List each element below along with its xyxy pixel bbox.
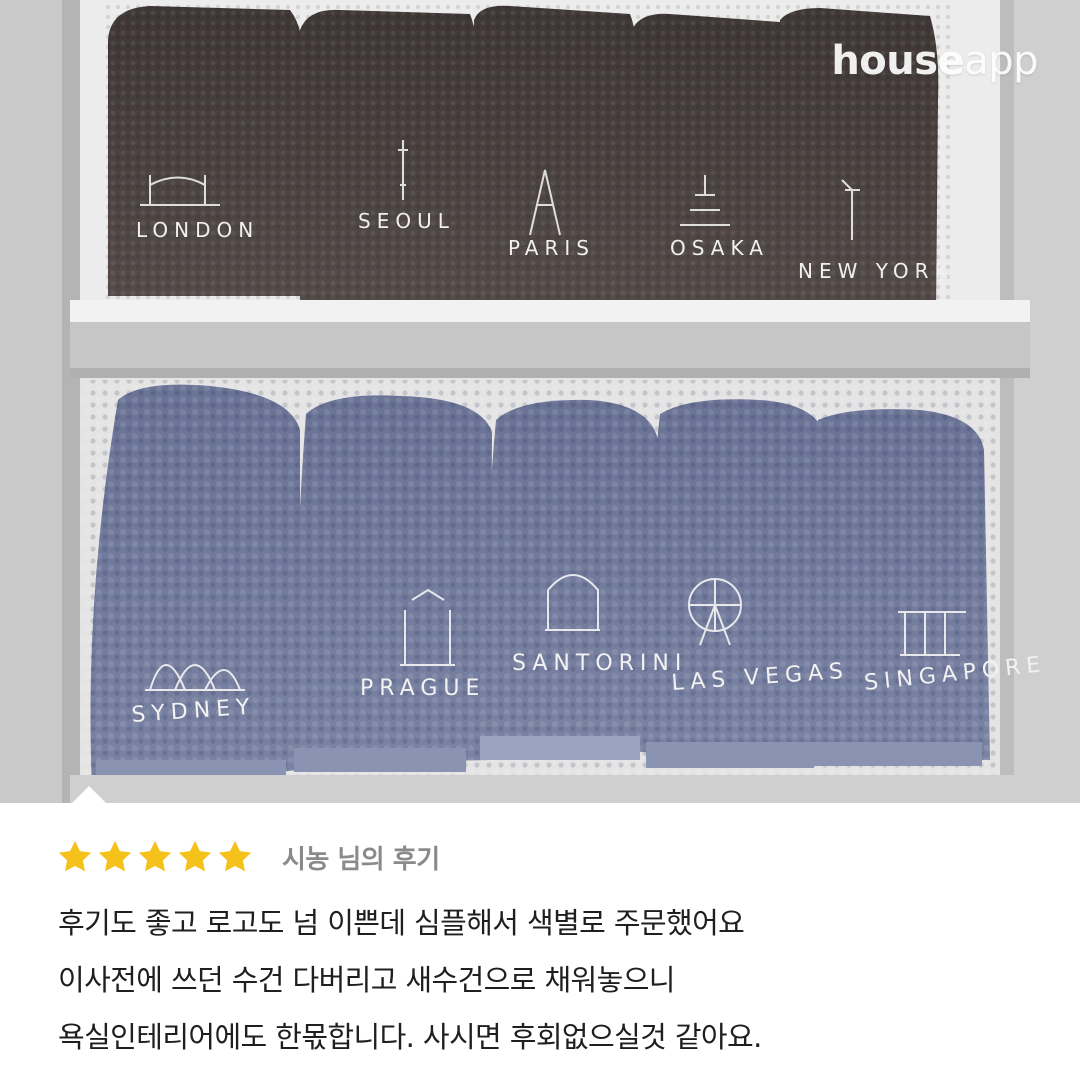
logo-house-text: house	[831, 38, 965, 84]
houseapp-logo: houseapp	[831, 38, 1038, 84]
svg-text:SEOUL: SEOUL	[358, 209, 455, 233]
star-icon	[98, 840, 132, 872]
review-line: 욕실인테리어에도 한몫합니다. 사시면 후회없으실것 같아요.	[58, 1020, 762, 1054]
star-icon	[58, 840, 92, 872]
bottom-shelf-towels	[84, 380, 996, 790]
svg-text:LONDON: LONDON	[136, 218, 259, 242]
svg-text:PARIS: PARIS	[508, 236, 595, 260]
review-line: 후기도 좋고 로고도 넘 이쁜데 심플해서 색별로 주문했어요	[58, 906, 745, 940]
star-icon	[218, 840, 252, 872]
product-photo: LONDON SEOUL PARIS OSAKA NEW YORK SYDNEY…	[0, 0, 1080, 803]
reviewer-name: 시농 님의 후기	[282, 844, 440, 875]
review-line: 이사전에 쓰던 수건 다버리고 새수건으로 채워놓으니	[58, 963, 675, 997]
star-icon	[178, 840, 212, 872]
rating-row: 시농 님의 후기	[56, 837, 440, 877]
towel-shelf-illustration: LONDON SEOUL PARIS OSAKA NEW YORK SYDNEY…	[0, 0, 1080, 803]
star-icon	[138, 840, 172, 872]
svg-text:OSAKA: OSAKA	[670, 236, 769, 260]
logo-app-text: app	[964, 38, 1038, 84]
svg-text:PRAGUE: PRAGUE	[360, 676, 485, 701]
star-rating	[56, 838, 254, 876]
review-card: 시농 님의 후기 후기도 좋고 로고도 넘 이쁜데 심플해서 색별로 주문했어요…	[0, 803, 1080, 1080]
speech-pointer	[71, 786, 107, 804]
svg-text:NEW YORK: NEW YORK	[798, 259, 954, 283]
review-text: 후기도 좋고 로고도 넘 이쁜데 심플해서 색별로 주문했어요 이사전에 쓰던 …	[58, 895, 1048, 1066]
svg-text:SANTORINI: SANTORINI	[512, 651, 687, 676]
